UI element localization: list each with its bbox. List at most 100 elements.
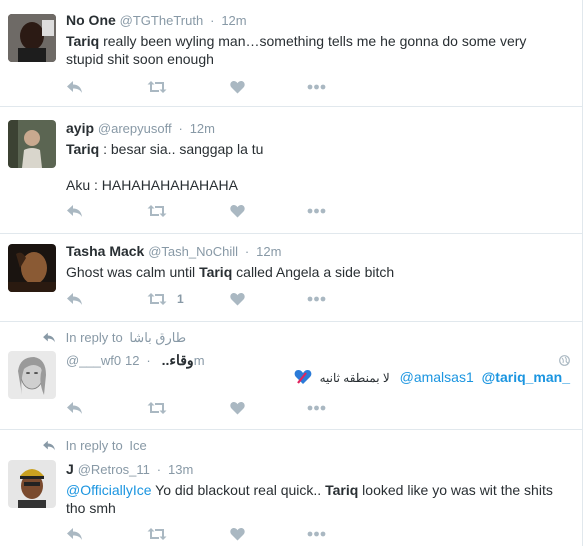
like-button[interactable]	[230, 79, 245, 95]
tweet-header: Tasha Mack @Tash_NoChill · 12m	[66, 242, 570, 261]
retweet-button[interactable]	[147, 79, 167, 95]
tweet-actions	[66, 526, 346, 542]
fullname[interactable]: ayip	[66, 120, 94, 136]
reply-button[interactable]	[66, 526, 83, 542]
text-part: Yo did blackout real quick..	[151, 482, 326, 498]
tweet-item[interactable]: ayip @arepyusoff · 12m Tariq : besar sia…	[0, 107, 582, 234]
text-part: Aku : HAHAHAHAHAHAHA	[66, 177, 238, 193]
tweet-header: No One @TGTheTruth · 12m	[66, 11, 570, 30]
text-part: Ghost was calm until	[66, 264, 200, 280]
text-part: looked like yo was wit the shits	[358, 482, 553, 498]
avatar[interactable]	[8, 14, 56, 62]
username[interactable]: @Tash_NoChill	[148, 244, 238, 259]
reply-button[interactable]	[66, 400, 83, 416]
text-part: really been wyling man…something tells m…	[99, 33, 527, 49]
mention-link[interactable]: @tariq_man_	[482, 369, 570, 385]
reply-button[interactable]	[66, 203, 83, 219]
more-button[interactable]	[307, 203, 326, 219]
arabic-text: لا بمنطقه ثانيه	[319, 371, 390, 385]
like-button[interactable]	[230, 400, 245, 416]
tweet-text: Tariq : besar sia.. sanggap la tu Aku : …	[66, 140, 570, 194]
fullname[interactable]: وقاء..	[162, 352, 194, 368]
retweet-icon	[147, 402, 167, 414]
separator-dot: ·	[178, 121, 183, 136]
text-part: : besar sia.. sanggap la tu	[99, 141, 264, 157]
tweet-actions	[66, 400, 346, 416]
more-button[interactable]	[307, 291, 326, 307]
reply-context[interactable]: In reply to طارق باشا	[42, 330, 186, 346]
retweet-button[interactable]	[147, 203, 167, 219]
tweet-header: J @Retros_11 · 13m	[66, 460, 570, 479]
hashtag-bold: Tariq	[199, 264, 233, 280]
more-button[interactable]	[307, 400, 326, 416]
retweet-button[interactable]: 1	[147, 291, 184, 307]
tweet-actions	[66, 203, 346, 219]
fullname[interactable]: Tasha Mack	[66, 243, 144, 259]
reply-context[interactable]: In reply to Ice	[42, 438, 147, 454]
timestamp[interactable]: 12m	[256, 244, 281, 259]
reply-label: In reply to	[65, 438, 123, 453]
username[interactable]: @TGTheTruth	[120, 13, 204, 28]
username[interactable]: @arepyusoff	[98, 121, 172, 136]
reply-arrow-icon	[67, 205, 82, 217]
reply-button[interactable]	[66, 79, 83, 95]
fullname[interactable]: J	[66, 461, 74, 477]
timestamp[interactable]: 13m	[168, 462, 193, 477]
reply-arrow-icon	[43, 332, 55, 343]
heart-icon	[230, 80, 245, 94]
reply-arrow-icon	[43, 440, 55, 451]
heart-icon	[230, 292, 245, 306]
text-part: tho smh	[66, 500, 116, 516]
avatar[interactable]	[8, 244, 56, 292]
username[interactable]: @___wf0	[66, 353, 121, 368]
more-dots-icon	[307, 208, 326, 214]
more-dots-icon	[307, 405, 326, 411]
more-dots-icon	[307, 531, 326, 537]
separator-dot: ·	[244, 244, 250, 259]
mention-link[interactable]: @amalsas1	[400, 369, 474, 385]
tweet-text: Tariq really been wyling man…something t…	[66, 32, 570, 68]
globe-icon[interactable]	[559, 353, 570, 369]
tweet-feed: No One @TGTheTruth · 12m Tariq really be…	[0, 0, 583, 546]
username[interactable]: @Retros_11	[78, 462, 150, 477]
reply-button[interactable]	[66, 291, 83, 307]
retweet-button[interactable]	[147, 400, 167, 416]
timestamp[interactable]: 12m	[221, 13, 246, 28]
mention-link[interactable]: @OfficiallyIce	[66, 482, 152, 498]
fullname[interactable]: No One	[66, 12, 116, 28]
retweet-button[interactable]	[147, 526, 167, 542]
tweet-item[interactable]: Tasha Mack @Tash_NoChill · 12m Ghost was…	[0, 234, 582, 322]
heart-icon	[230, 527, 245, 541]
tweet-text: @OfficiallyIce Yo did blackout real quic…	[66, 481, 570, 517]
more-button[interactable]	[307, 79, 326, 95]
tweet-item[interactable]: In reply to طارق باشا @___wf0 وقاء.. · 1…	[0, 322, 582, 430]
timestamp[interactable]: 12m	[190, 121, 215, 136]
retweet-icon	[147, 81, 167, 93]
more-button[interactable]	[307, 526, 326, 542]
like-button[interactable]	[230, 203, 245, 219]
reply-arrow-icon	[67, 81, 82, 93]
separator-dot: ·	[156, 462, 162, 477]
text-part: stupid shit soon enough	[66, 51, 214, 67]
like-button[interactable]	[230, 291, 245, 307]
tweet-header: ayip @arepyusoff · 12m	[66, 119, 570, 138]
avatar[interactable]	[8, 460, 56, 508]
retweet-icon	[147, 528, 167, 540]
reply-to-name[interactable]: طارق باشا	[129, 330, 186, 345]
avatar[interactable]	[8, 120, 56, 168]
text-part: called Angela a side bitch	[232, 264, 395, 280]
retweet-icon	[147, 205, 167, 217]
reply-arrow-icon	[67, 528, 82, 540]
separator-dot: ·	[210, 13, 215, 28]
tweet-text: Ghost was calm until Tariq called Angela…	[66, 263, 570, 281]
tweet-text: لا بمنطقه ثانيه @amalsas1 @tariq_man_	[294, 368, 570, 387]
more-dots-icon	[307, 84, 326, 90]
like-button[interactable]	[230, 526, 245, 542]
retweet-icon	[147, 293, 167, 305]
reply-to-name[interactable]: Ice	[129, 438, 146, 453]
avatar[interactable]	[8, 351, 56, 399]
tweet-actions	[66, 79, 346, 95]
reply-arrow-icon	[67, 402, 82, 414]
tweet-item[interactable]: No One @TGTheTruth · 12m Tariq really be…	[0, 0, 582, 107]
tweet-item[interactable]: In reply to Ice J @Retros_11 · 13m @Offi…	[0, 430, 582, 546]
